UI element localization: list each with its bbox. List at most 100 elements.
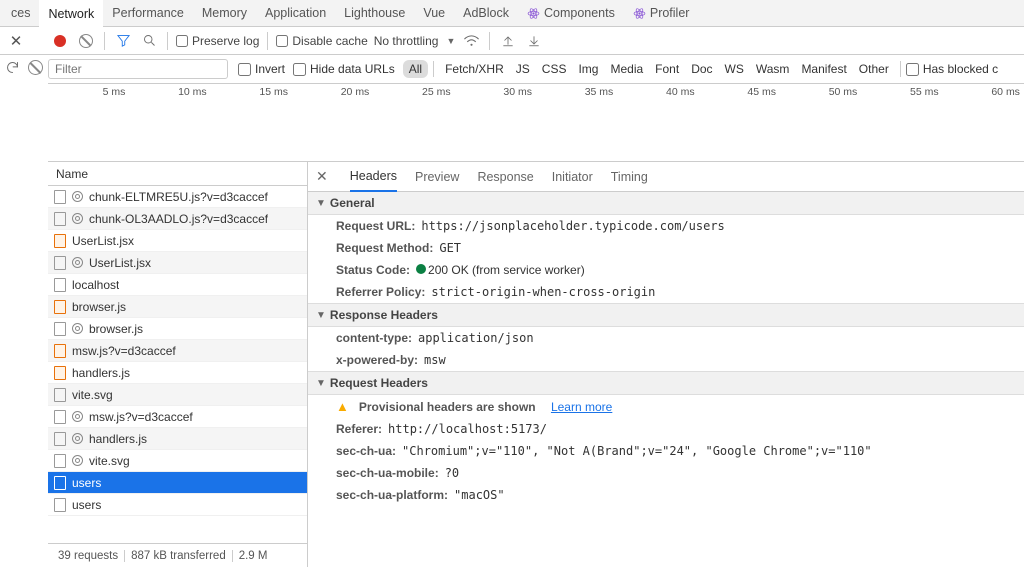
request-list-header[interactable]: Name — [48, 162, 307, 186]
request-summary: 39 requests 887 kB transferred 2.9 M — [48, 543, 307, 567]
warning-icon: ▲ — [336, 399, 349, 414]
type-ws[interactable]: WS — [719, 60, 750, 78]
tab-initiator[interactable]: Initiator — [552, 162, 593, 192]
transferred-size: 887 kB transferred — [125, 550, 233, 562]
request-row[interactable]: localhost — [48, 274, 307, 296]
disable-cache-checkbox[interactable]: Disable cache — [276, 34, 367, 48]
request-row[interactable]: UserList.jsx — [48, 252, 307, 274]
request-row[interactable]: vite.svg — [48, 450, 307, 472]
detail-body[interactable]: ▼General Request URL:https://jsonplaceho… — [308, 192, 1024, 567]
resources-size: 2.9 M — [233, 550, 274, 562]
kv-x-powered-by: x-powered-by:msw — [308, 349, 1024, 371]
type-media[interactable]: Media — [604, 60, 649, 78]
kv-content-type: content-type:application/json — [308, 327, 1024, 349]
blocked-cookies-checkbox[interactable]: Has blocked c — [906, 62, 998, 76]
kv-sec-ch-ua-platform: sec-ch-ua-platform:"macOS" — [308, 484, 1024, 506]
tab-headers[interactable]: Headers — [350, 162, 397, 192]
invert-checkbox[interactable]: Invert — [238, 62, 285, 76]
type-all[interactable]: All — [403, 60, 428, 78]
request-row[interactable]: UserList.jsx — [48, 230, 307, 252]
tab-performance[interactable]: Performance — [103, 0, 193, 27]
gear-icon — [72, 191, 83, 202]
gear-icon — [72, 257, 83, 268]
request-row[interactable]: msw.js?v=d3caccef — [48, 406, 307, 428]
type-img[interactable]: Img — [572, 60, 604, 78]
network-main: Name chunk-ELTMRE5U.js?v=d3caccef chunk-… — [48, 162, 1024, 567]
clear-button[interactable] — [76, 31, 96, 51]
tab-components[interactable]: Components — [518, 0, 624, 27]
tab-preview[interactable]: Preview — [415, 162, 459, 192]
hide-data-urls-checkbox[interactable]: Hide data URLs — [293, 62, 395, 76]
kv-referer: Referer:http://localhost:5173/ — [308, 418, 1024, 440]
clear-icon[interactable] — [28, 60, 43, 75]
tick: 30 ms — [455, 86, 536, 100]
tab-timing[interactable]: Timing — [611, 162, 648, 192]
kv-request-url: Request URL:https://jsonplaceholder.typi… — [308, 215, 1024, 237]
gear-icon — [72, 411, 83, 422]
tab-sources[interactable]: ces — [2, 0, 39, 27]
type-other[interactable]: Other — [853, 60, 895, 78]
record-button[interactable] — [50, 31, 70, 51]
type-fetch[interactable]: Fetch/XHR — [439, 60, 510, 78]
kv-referrer-policy: Referrer Policy:strict-origin-when-cross… — [308, 281, 1024, 303]
network-conditions-icon[interactable] — [461, 31, 481, 51]
tick: 40 ms — [617, 86, 698, 100]
gear-icon — [72, 433, 83, 444]
reload-icon[interactable] — [5, 60, 20, 75]
section-general[interactable]: ▼General — [308, 192, 1024, 215]
tab-adblock[interactable]: AdBlock — [454, 0, 518, 27]
close-detail-icon[interactable]: ✕ — [316, 168, 332, 185]
devtools-tabstrip: ces Network Performance Memory Applicati… — [0, 0, 1024, 27]
left-rail — [0, 54, 48, 94]
request-row[interactable]: browser.js — [48, 296, 307, 318]
type-wasm[interactable]: Wasm — [750, 60, 796, 78]
filter-input[interactable] — [48, 59, 228, 79]
type-manifest[interactable]: Manifest — [795, 60, 852, 78]
section-response-headers[interactable]: ▼Response Headers — [308, 303, 1024, 327]
section-request-headers[interactable]: ▼Request Headers — [308, 371, 1024, 395]
tick: 25 ms — [373, 86, 454, 100]
tab-memory[interactable]: Memory — [193, 0, 256, 27]
tick: 55 ms — [861, 86, 942, 100]
type-font[interactable]: Font — [649, 60, 685, 78]
tick: 60 ms — [943, 86, 1024, 100]
import-har-icon[interactable] — [498, 31, 518, 51]
preserve-log-checkbox[interactable]: Preserve log — [176, 34, 259, 48]
request-row[interactable]: handlers.js — [48, 428, 307, 450]
request-row[interactable]: vite.svg — [48, 384, 307, 406]
tick: 35 ms — [536, 86, 617, 100]
gear-icon — [72, 213, 83, 224]
tick: 50 ms — [780, 86, 861, 100]
filter-toggle-icon[interactable] — [113, 31, 133, 51]
search-icon[interactable] — [139, 31, 159, 51]
request-list-panel: Name chunk-ELTMRE5U.js?v=d3caccef chunk-… — [48, 162, 308, 567]
type-doc[interactable]: Doc — [685, 60, 718, 78]
close-icon[interactable]: ✕ — [6, 31, 26, 51]
learn-more-link[interactable]: Learn more — [551, 400, 612, 414]
request-row[interactable]: users — [48, 472, 307, 494]
timeline-overview[interactable]: 5 ms 10 ms 15 ms 20 ms 25 ms 30 ms 35 ms… — [48, 84, 1024, 162]
tick: 45 ms — [699, 86, 780, 100]
tick: 20 ms — [292, 86, 373, 100]
export-har-icon[interactable] — [524, 31, 544, 51]
request-row[interactable]: chunk-ELTMRE5U.js?v=d3caccef — [48, 186, 307, 208]
gear-icon — [72, 323, 83, 334]
kv-request-method: Request Method:GET — [308, 237, 1024, 259]
network-toolbar: ✕ Preserve log Disable cache No throttli… — [0, 27, 1024, 55]
request-list[interactable]: chunk-ELTMRE5U.js?v=d3caccef chunk-OL3AA… — [48, 186, 307, 543]
request-row[interactable]: msw.js?v=d3caccef — [48, 340, 307, 362]
type-js[interactable]: JS — [510, 60, 536, 78]
type-css[interactable]: CSS — [536, 60, 573, 78]
tab-vue[interactable]: Vue — [414, 0, 454, 27]
request-row[interactable]: handlers.js — [48, 362, 307, 384]
tab-application[interactable]: Application — [256, 0, 335, 27]
request-row[interactable]: browser.js — [48, 318, 307, 340]
tab-network[interactable]: Network — [39, 0, 103, 27]
gear-icon — [72, 455, 83, 466]
tab-profiler[interactable]: Profiler — [624, 0, 699, 27]
tab-response[interactable]: Response — [477, 162, 533, 192]
tab-lighthouse[interactable]: Lighthouse — [335, 0, 414, 27]
request-row[interactable]: users — [48, 494, 307, 516]
throttling-select[interactable]: No throttling▼ — [374, 34, 456, 48]
request-row[interactable]: chunk-OL3AADLO.js?v=d3caccef — [48, 208, 307, 230]
